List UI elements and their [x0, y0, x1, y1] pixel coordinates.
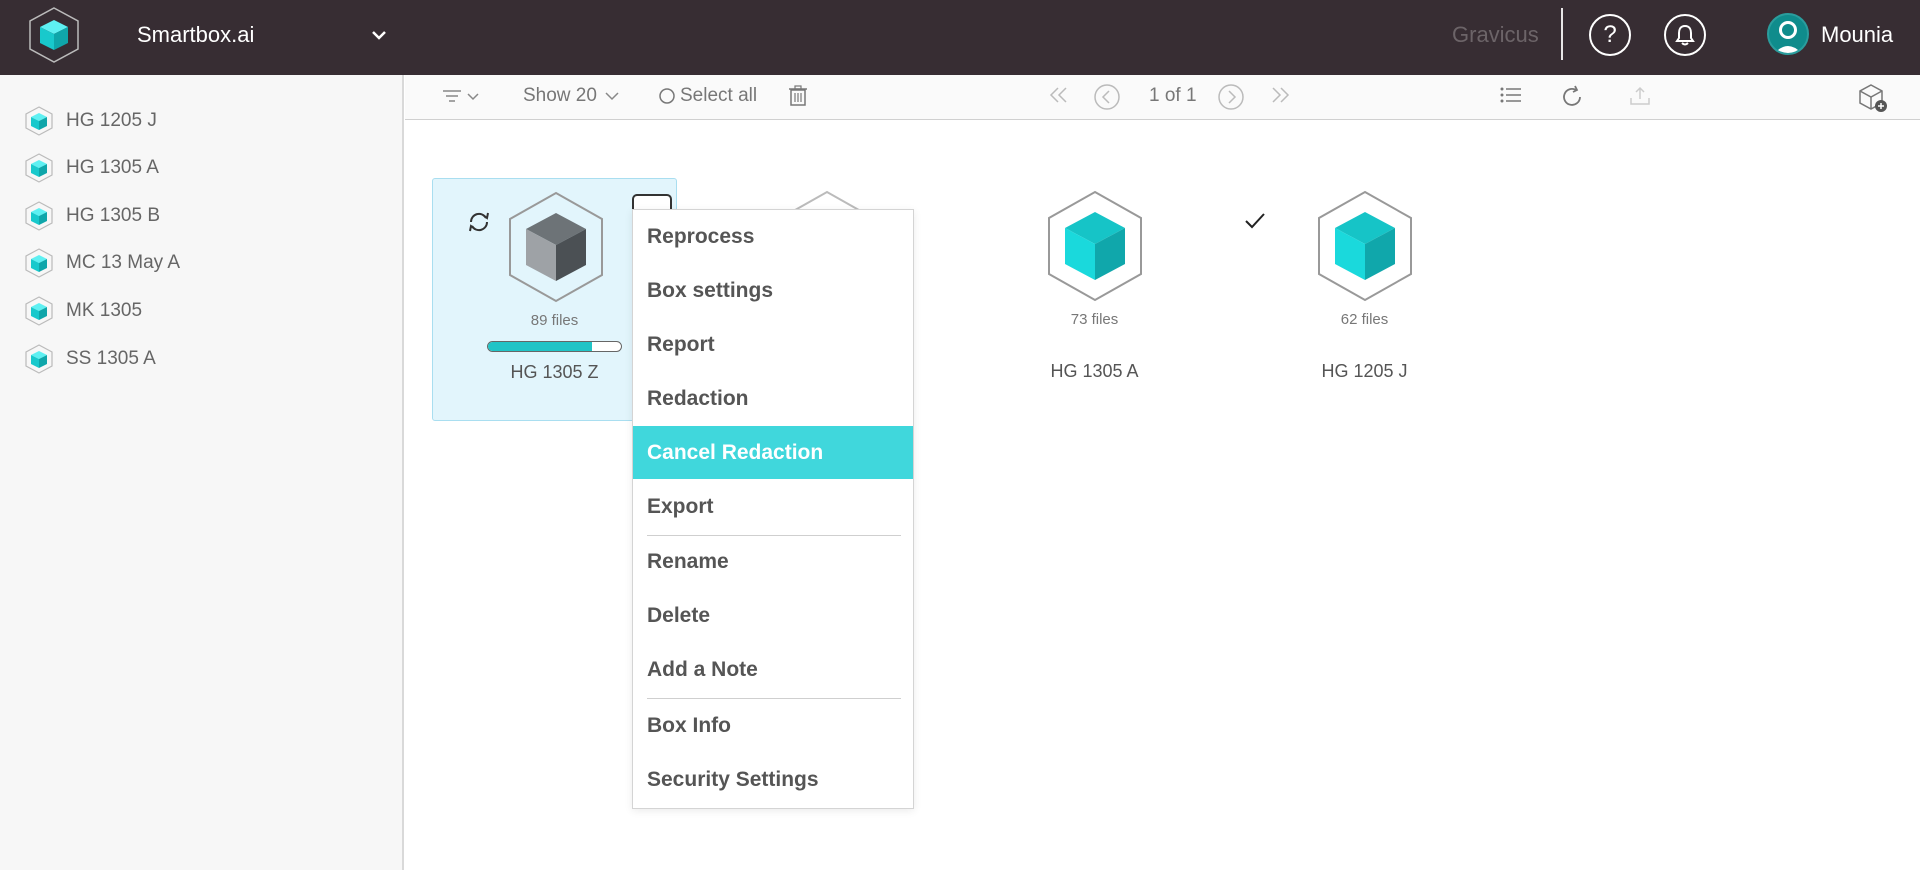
file-count: 73 files: [1070, 311, 1119, 328]
prev-page-icon: [1094, 84, 1120, 110]
sidebar-item-label: HG 1305 A: [66, 157, 159, 178]
box-icon: [25, 201, 53, 231]
box-icon: [25, 106, 53, 136]
filter-icon: [443, 90, 479, 102]
sidebar-item-label: HG 1305 B: [66, 205, 160, 226]
prev-page-button[interactable]: [1093, 83, 1121, 111]
upload-icon: [1630, 86, 1650, 105]
refresh-button[interactable]: [1560, 85, 1584, 109]
filter-button[interactable]: [441, 87, 483, 107]
check-icon[interactable]: [1242, 208, 1268, 234]
last-page-icon: [1272, 87, 1290, 103]
show-count-label: Show 20: [523, 85, 597, 106]
trash-icon: [789, 85, 807, 106]
menu-item-redaction[interactable]: Redaction: [633, 372, 913, 425]
next-page-button[interactable]: [1217, 83, 1245, 111]
context-menu: Reprocess Box settings Report Redaction …: [632, 209, 914, 809]
sync-icon[interactable]: [466, 209, 492, 235]
sidebar-item-label: SS 1305 A: [66, 348, 156, 369]
sidebar-item-ss-1305-a[interactable]: SS 1305 A: [24, 341, 384, 377]
top-bar: Smartbox.ai Gravicus ? Mounia: [0, 0, 1920, 75]
list-view-icon: [1500, 87, 1521, 103]
box-icon: [1318, 190, 1412, 302]
box-name: HG 1305 A: [1050, 361, 1139, 381]
box-icon: [25, 296, 53, 326]
box-icon: [1048, 190, 1142, 302]
add-box-icon: [1859, 84, 1887, 112]
select-all-button[interactable]: Select all: [658, 85, 757, 107]
sidebar-item-label: HG 1205 J: [66, 110, 157, 131]
delete-button[interactable]: [788, 85, 808, 107]
circle-icon: [659, 88, 675, 104]
menu-item-report[interactable]: Report: [633, 318, 913, 371]
sidebar-item-label: MK 1305: [66, 300, 143, 321]
first-page-button[interactable]: [1048, 85, 1070, 105]
box-card-hg-1205-j[interactable]: 62 files HG 1205 J: [1242, 178, 1487, 421]
box-name: HG 1205 J: [1321, 361, 1408, 381]
last-page-button[interactable]: [1269, 85, 1291, 105]
menu-item-cancel-redaction[interactable]: Cancel Redaction: [633, 426, 913, 479]
toolbar: Show 20 Select all 1 of 1: [405, 75, 1920, 120]
add-box-button[interactable]: [1858, 83, 1888, 113]
box-icon: [509, 191, 603, 303]
upload-button[interactable]: [1629, 85, 1651, 107]
box-icon: [25, 344, 53, 374]
menu-item-reprocess[interactable]: Reprocess: [633, 210, 913, 263]
box-card-hg-1305-a[interactable]: 73 files HG 1305 A: [972, 178, 1217, 421]
menu-item-rename[interactable]: Rename: [633, 535, 913, 588]
menu-item-box-settings[interactable]: Box settings: [633, 264, 913, 317]
avatar-icon[interactable]: [1767, 13, 1809, 55]
file-count: 62 files: [1340, 311, 1389, 328]
chevron-down-icon[interactable]: [370, 26, 388, 44]
first-page-icon: [1049, 87, 1067, 103]
box-icon: [25, 248, 53, 278]
progress-fill: [488, 342, 592, 351]
progress-bar: [487, 341, 622, 352]
menu-item-security-settings[interactable]: Security Settings: [633, 753, 913, 806]
next-page-icon: [1218, 84, 1244, 110]
sidebar: HG 1205 J HG 1305 A HG 1305 B MC 13 May …: [0, 75, 404, 870]
chevron-down-icon: [605, 92, 619, 101]
sidebar-item-mk-1305[interactable]: MK 1305: [24, 293, 384, 329]
username[interactable]: Mounia: [1821, 22, 1893, 48]
help-button[interactable]: ?: [1589, 14, 1631, 56]
sidebar-item-label: MC 13 May A: [66, 252, 181, 273]
refresh-icon: [1563, 85, 1581, 106]
sidebar-item-hg-1305-b[interactable]: HG 1305 B: [24, 198, 384, 234]
box-icon: [25, 153, 53, 183]
workspace-name[interactable]: Smartbox.ai: [137, 22, 254, 48]
menu-item-add-note[interactable]: Add a Note: [633, 643, 913, 696]
notifications-button[interactable]: [1664, 14, 1706, 56]
menu-item-export[interactable]: Export: [633, 480, 913, 533]
sidebar-item-hg-1305-a[interactable]: HG 1305 A: [24, 150, 384, 186]
logo-icon[interactable]: [28, 6, 80, 64]
help-icon: ?: [1603, 21, 1617, 48]
menu-item-delete[interactable]: Delete: [633, 589, 913, 642]
sidebar-item-mc-13-may-a[interactable]: MC 13 May A: [24, 245, 384, 281]
sidebar-item-hg-1205-j[interactable]: HG 1205 J: [24, 103, 384, 139]
pagination-label: 1 of 1: [1149, 85, 1197, 106]
organization-name: Gravicus: [1452, 22, 1539, 47]
list-view-button[interactable]: [1499, 85, 1523, 105]
menu-item-box-info[interactable]: Box Info: [633, 699, 913, 752]
header-divider: [1561, 8, 1563, 60]
bell-icon: [1675, 24, 1695, 46]
select-all-label: Select all: [680, 85, 758, 106]
show-count-dropdown[interactable]: Show 20: [523, 85, 621, 107]
